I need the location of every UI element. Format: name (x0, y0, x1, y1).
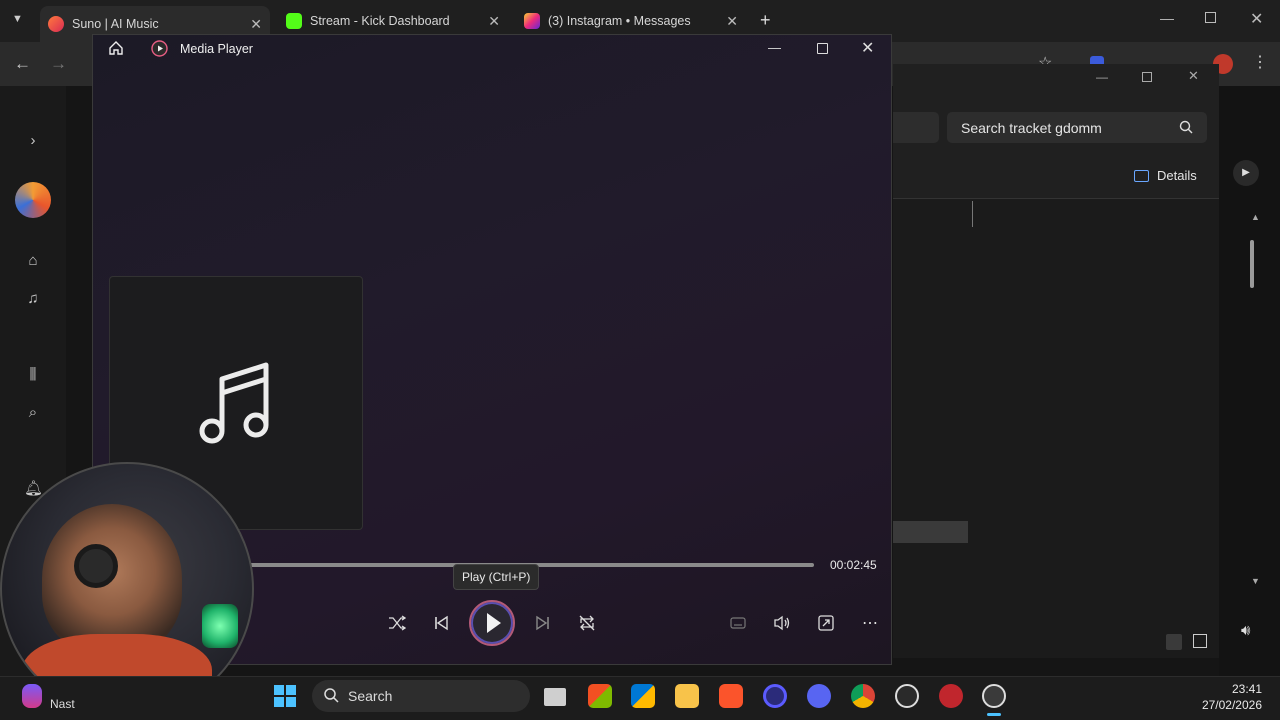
volume-icon[interactable]: 🔊︎ (1241, 622, 1250, 639)
scroll-up-arrow-icon[interactable]: ▲ (1251, 212, 1260, 222)
details-label: Details (1157, 168, 1197, 183)
repeat-icon[interactable] (572, 608, 602, 638)
menu-kebab-icon[interactable]: ⋮ (1252, 52, 1268, 72)
minimize-icon[interactable]: — (768, 40, 781, 55)
close-window-icon[interactable]: ✕ (1250, 9, 1263, 29)
music-note-icon (198, 361, 272, 447)
streaming-app-icon[interactable] (763, 684, 787, 708)
discord-icon[interactable] (807, 684, 831, 708)
headphones (74, 544, 118, 588)
microsoft-store-icon[interactable] (588, 684, 612, 708)
total-time: 00:02:45 (830, 558, 877, 572)
forward-arrow-icon[interactable]: → (50, 54, 67, 74)
more-options-icon[interactable]: ⋯ (855, 608, 885, 638)
clock-date: 27/02/2026 (1201, 698, 1262, 712)
panel-expand-icon[interactable]: ▶ (1233, 160, 1259, 186)
system-clock[interactable]: 23:41 27/02/2026 (1196, 681, 1262, 713)
bg-minimize-icon[interactable]: — (1096, 70, 1108, 84)
avatar[interactable] (15, 182, 51, 218)
cursor-line (972, 201, 973, 227)
address-bar[interactable] (893, 112, 939, 143)
list-view-icon[interactable] (1166, 634, 1182, 650)
close-icon[interactable]: ✕ (861, 38, 874, 58)
library-icon[interactable]: ⫼ (24, 366, 42, 384)
media-player-logo-icon (151, 40, 168, 57)
expand-chevron-icon[interactable]: › (24, 132, 42, 150)
play-icon (487, 613, 501, 633)
tab-title: Suno | AI Music (72, 17, 159, 31)
details-button[interactable]: Details (1134, 168, 1197, 183)
home-icon[interactable]: ⌂ (24, 252, 42, 270)
obs-icon[interactable] (895, 684, 919, 708)
tab-title: Stream - Kick Dashboard (310, 14, 450, 28)
green-light (202, 604, 238, 648)
search-input[interactable]: Search tracket gdomm (947, 112, 1207, 143)
widget-label: Nast (50, 697, 75, 711)
restore-icon[interactable] (1205, 12, 1216, 23)
window-title: Media Player (180, 42, 253, 56)
mini-player-icon[interactable] (811, 608, 841, 638)
play-tooltip: Play (Ctrl+P) (453, 564, 540, 590)
scrollbar-thumb[interactable] (1250, 240, 1254, 288)
tab-title: (3) Instagram • Messages (548, 14, 691, 28)
tab-list-dropdown-icon[interactable]: ▼ (12, 13, 23, 25)
search-label: Search (348, 688, 393, 704)
shuffle-icon[interactable] (382, 608, 412, 638)
kick-favicon (286, 13, 302, 29)
search-icon (1179, 120, 1193, 134)
active-app-indicator (987, 713, 1001, 716)
red-app-icon[interactable] (939, 684, 963, 708)
store-bag-icon[interactable] (631, 684, 655, 708)
play-button[interactable] (469, 600, 515, 646)
details-pane-icon (1134, 169, 1149, 182)
file-explorer-icon[interactable] (675, 684, 699, 708)
brave-browser-icon[interactable] (719, 684, 743, 708)
search-placeholder: Search tracket gdomm (961, 119, 1102, 136)
task-view-icon[interactable] (544, 688, 566, 706)
music-create-icon[interactable]: ♫ (24, 290, 42, 308)
volume-icon[interactable] (767, 608, 797, 638)
search-icon[interactable]: ⌕ (24, 404, 42, 422)
instagram-favicon (524, 13, 540, 29)
grid-view-icon[interactable] (1193, 634, 1207, 648)
user-widget-icon[interactable] (22, 684, 42, 708)
close-tab-icon[interactable]: ✕ (250, 16, 262, 33)
tab-instagram[interactable]: (3) Instagram • Messages ✕ (516, 6, 746, 36)
home-icon[interactable] (108, 40, 124, 56)
maximize-icon[interactable] (817, 43, 828, 54)
new-tab-button[interactable]: + (760, 10, 771, 31)
scroll-down-arrow-icon[interactable]: ▼ (1251, 576, 1260, 586)
next-track-icon[interactable] (528, 608, 558, 638)
close-tab-icon[interactable]: ✕ (488, 13, 500, 30)
tab-kick[interactable]: Stream - Kick Dashboard ✕ (278, 6, 508, 36)
minimize-icon[interactable]: — (1160, 10, 1174, 26)
back-arrow-icon[interactable]: ← (14, 54, 31, 74)
bg-maximize-icon[interactable] (1142, 72, 1152, 82)
previous-track-icon[interactable] (426, 608, 456, 638)
browser-right-panel: ▶ ▲ ▼ 🔊︎ (1219, 86, 1280, 676)
media-player-taskbar-icon[interactable] (982, 684, 1006, 708)
file-list-area (893, 198, 1219, 658)
selected-row[interactable] (893, 521, 968, 543)
bg-close-icon[interactable]: ✕ (1188, 68, 1199, 84)
captions-icon[interactable] (723, 608, 753, 638)
search-icon (324, 688, 339, 703)
suno-favicon (48, 16, 64, 32)
close-tab-icon[interactable]: ✕ (726, 13, 738, 30)
taskbar-search[interactable]: Search (312, 680, 530, 712)
clock-time: 23:41 (1231, 682, 1262, 696)
chrome-icon[interactable] (851, 684, 875, 708)
windows-start-icon[interactable] (274, 685, 296, 707)
